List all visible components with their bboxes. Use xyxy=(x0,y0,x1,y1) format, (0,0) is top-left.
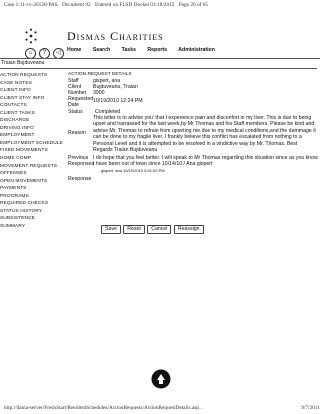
section-title: Action Request Details xyxy=(68,72,132,77)
sidebar-item-open-movements[interactable]: Open Movements xyxy=(0,178,65,186)
sidebar-item-case-notes[interactable]: Case Notes xyxy=(0,80,65,88)
logo-icon xyxy=(25,28,37,44)
cancel-button[interactable]: Cancel xyxy=(147,224,172,234)
footer-date: 9/7/2011 xyxy=(301,405,320,411)
sidebar-item-subsistence[interactable]: Subsistence xyxy=(0,215,65,223)
save-button[interactable]: Save xyxy=(101,224,121,234)
sidebar-item-employment-schedule[interactable]: Employment Schedule xyxy=(0,140,65,148)
case-number: Case 1:11-cv-20120-PAS xyxy=(4,2,58,8)
reassign-button[interactable]: Reassign xyxy=(173,224,204,234)
requested-label: Requested Date xyxy=(68,95,94,108)
sidebar: Action Requests Case Notes Client Info C… xyxy=(0,72,65,230)
document-number: Document 92 xyxy=(61,2,91,8)
response-row: Response xyxy=(68,176,318,220)
reason-text: This letter is to advise you' that I exp… xyxy=(93,114,316,154)
previous-row: Previous Responses I do hope that you fe… xyxy=(68,155,318,173)
sidebar-item-employment[interactable]: Employment xyxy=(0,132,65,140)
sidebar-item-home-comp[interactable]: Home Comp. xyxy=(0,155,65,163)
reason-label: Reason xyxy=(68,129,86,136)
details-panel: Action Request Details Staff gispert, an… xyxy=(68,72,318,234)
top-nav: Home Search Tasks Reports Administration xyxy=(67,47,312,58)
sidebar-item-required-checks[interactable]: Required Checks xyxy=(0,200,65,208)
sidebar-item-contacts[interactable]: Contacts xyxy=(0,102,65,110)
sidebar-item-movement-requests[interactable]: Movement Requests xyxy=(0,163,65,171)
requested-value: 10/19/2010 12:24 PM xyxy=(93,97,143,104)
sidebar-item-status-history[interactable]: Status History xyxy=(0,208,65,216)
footer-url: http://dania-server/FreshStart/ResidentS… xyxy=(4,405,203,411)
sidebar-item-programs[interactable]: Programs xyxy=(0,193,65,201)
reason-row: Reason This letter is to advise you' tha… xyxy=(68,115,318,154)
page-number: Page 20 of 65 xyxy=(178,2,209,8)
response-label: Response xyxy=(68,175,92,182)
response-field[interactable] xyxy=(93,176,318,220)
client-name: Traian Bujduveanu xyxy=(0,59,317,69)
sidebar-item-client-tasks[interactable]: Client Tasks xyxy=(0,110,65,118)
nav-administration[interactable]: Administration xyxy=(178,47,215,53)
entered-text: Entered on FLSD Docket 01/18/2012 xyxy=(94,2,175,8)
sidebar-item-action-requests[interactable]: Action Requests xyxy=(0,72,65,80)
requested-row: Requested Date 10/19/2010 12:24 PM xyxy=(68,96,318,108)
sidebar-item-fixed-movements[interactable]: Fixed Movements xyxy=(0,147,65,155)
sidebar-item-client-stay-info[interactable]: Client Stay Info xyxy=(0,95,65,103)
sidebar-item-offenses[interactable]: Offenses xyxy=(0,170,65,178)
previous-meta: gispert, ana 10/19/2010 5:51:00 PM xyxy=(101,167,165,173)
brand-title: Dismas Charities xyxy=(67,29,164,43)
footer: http://dania-server/FreshStart/ResidentS… xyxy=(4,405,320,411)
previous-label: Previous Responses xyxy=(68,154,94,168)
client-bar: Traian Bujduveanu xyxy=(0,59,317,69)
exhibit-stamp-icon xyxy=(151,369,171,389)
reset-button[interactable]: Reset xyxy=(123,224,145,234)
sidebar-item-driving-info[interactable]: Driving Info xyxy=(0,125,65,133)
court-header: Case 1:11-cv-20120-PAS Document 92 Enter… xyxy=(4,2,318,8)
sidebar-item-payments[interactable]: Payments xyxy=(0,185,65,193)
sidebar-item-discharge[interactable]: Discharge xyxy=(0,117,65,125)
previous-text: I do hope that you feel better. I will s… xyxy=(93,154,318,168)
button-row: Save Reset Cancel Reassign xyxy=(68,224,318,234)
nav-reports[interactable]: Reports xyxy=(147,47,167,53)
nav-home[interactable]: Home xyxy=(67,47,81,53)
nav-search[interactable]: Search xyxy=(93,47,110,53)
sidebar-item-summary[interactable]: Summary xyxy=(0,223,65,231)
sidebar-item-client-info[interactable]: Client Info xyxy=(0,87,65,95)
nav-tasks[interactable]: Tasks xyxy=(122,47,136,53)
